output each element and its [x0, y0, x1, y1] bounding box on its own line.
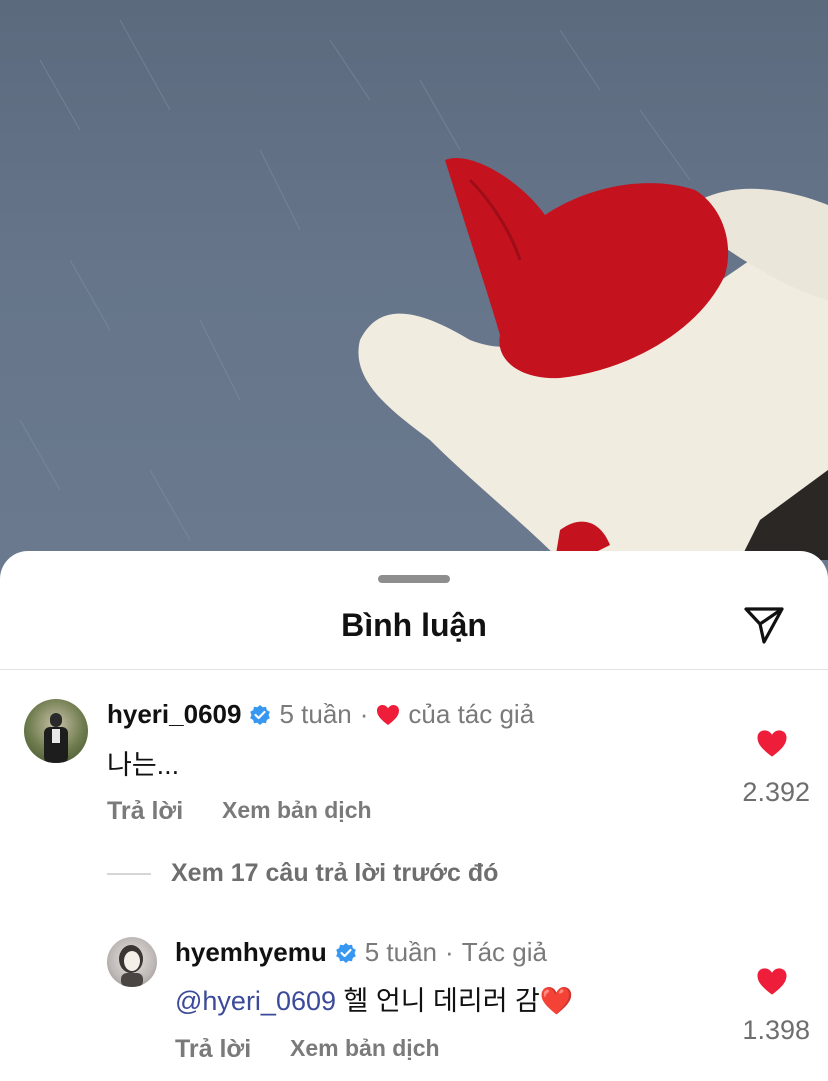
reply-button[interactable]: Trả lời: [107, 797, 183, 826]
author-liked-label: của tác giả: [408, 699, 535, 729]
reply-button[interactable]: Trả lời: [175, 1035, 251, 1064]
like-count: 1.398: [742, 1015, 810, 1045]
comment-time: 5 tuần: [364, 937, 438, 967]
comment-username[interactable]: hyeri_0609: [107, 699, 241, 730]
photo-illustration: [19, 19, 828, 560]
comment-header: hyemhyemu 5 tuần · Tác giả: [175, 937, 547, 968]
comments-sheet: Bình luận hyeri_0609 5 tuần · của tác gi…: [0, 551, 828, 1081]
mention-link[interactable]: @hyeri_0609: [175, 986, 336, 1016]
header-divider: [0, 669, 828, 670]
share-button[interactable]: [740, 601, 788, 649]
like-count: 2.392: [742, 777, 810, 807]
sheet-grabber[interactable]: [378, 575, 450, 583]
paper-plane-icon: [744, 607, 784, 644]
comment-body: 헬 언니 데리러 감: [336, 986, 540, 1016]
heart-emoji: ❤️: [539, 986, 574, 1016]
author-liked-heart-icon: [376, 704, 400, 726]
heart-filled-icon: [757, 967, 787, 995]
see-translation-button[interactable]: Xem bản dịch: [290, 1035, 440, 1062]
comment-header: hyeri_0609 5 tuần · của tác giả: [107, 699, 534, 730]
heart-filled-icon: [757, 729, 787, 757]
view-previous-replies-label: Xem 17 câu trả lời trước đó: [171, 859, 499, 887]
comment-text: @hyeri_0609 헬 언니 데리러 감❤️: [175, 979, 574, 1018]
meta-separator: ·: [445, 937, 454, 967]
like-button[interactable]: [748, 723, 796, 763]
see-translation-button[interactable]: Xem bản dịch: [222, 797, 372, 824]
comment-time: 5 tuần: [279, 699, 352, 729]
avatar[interactable]: [107, 937, 157, 987]
post-photo: [0, 0, 828, 600]
verified-badge-icon: [249, 704, 271, 726]
replies-divider-line: [107, 872, 151, 875]
view-previous-replies-button[interactable]: Xem 17 câu trả lời trước đó: [107, 859, 498, 888]
comment-username[interactable]: hyemhyemu: [175, 937, 327, 968]
author-badge: Tác giả: [461, 937, 547, 967]
like-button[interactable]: [748, 961, 796, 1001]
avatar-image: [44, 713, 68, 763]
avatar[interactable]: [24, 699, 88, 763]
sheet-title: Bình luận: [341, 607, 487, 643]
meta-separator: ·: [359, 699, 369, 729]
verified-badge-icon: [335, 942, 357, 964]
comment-text: 나는...: [107, 750, 180, 780]
avatar-image: [119, 945, 143, 987]
